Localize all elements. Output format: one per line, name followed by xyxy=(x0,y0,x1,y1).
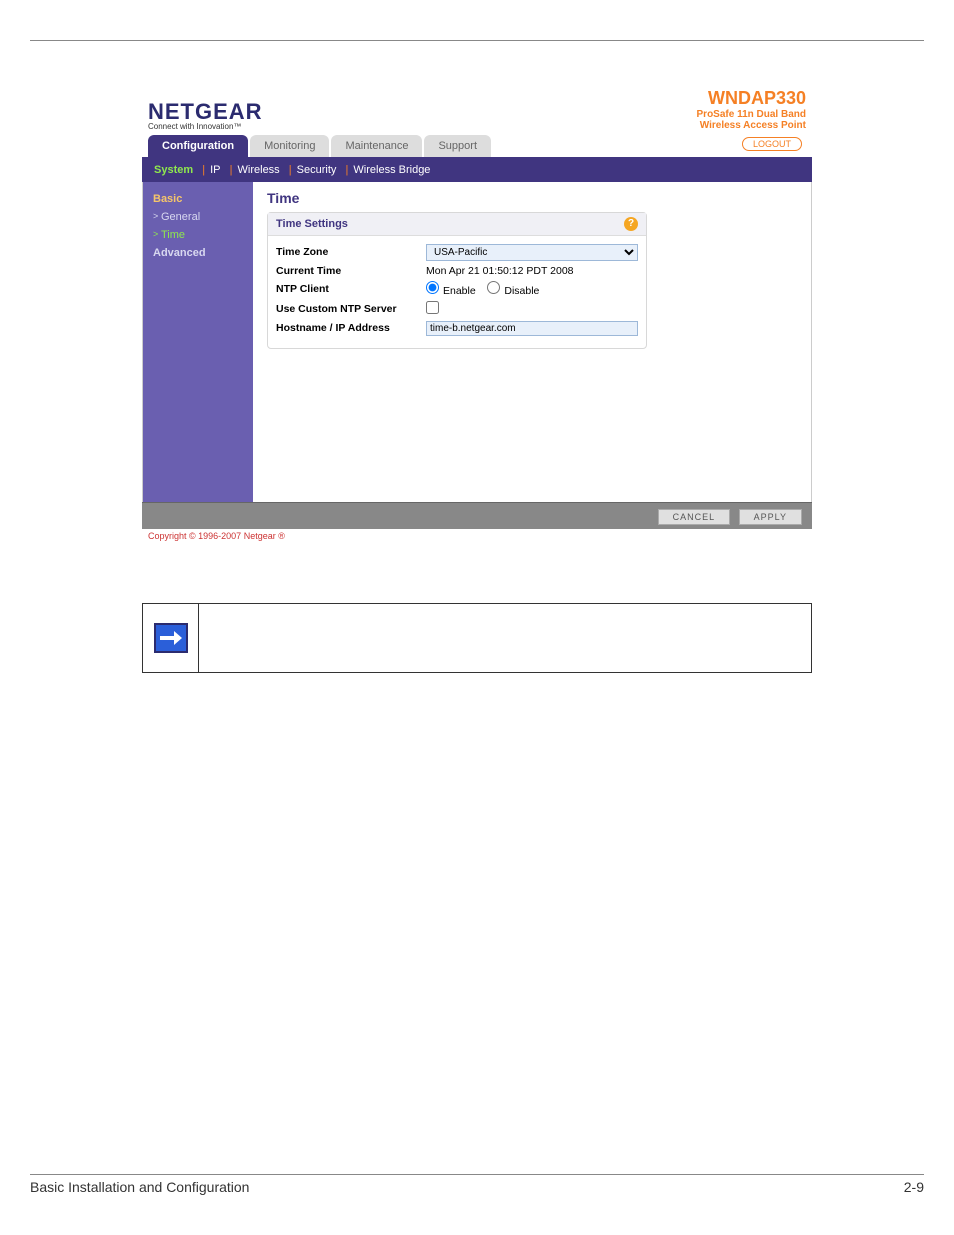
cancel-button[interactable]: CANCEL xyxy=(658,509,731,525)
ntp-disable-radio[interactable] xyxy=(487,281,500,294)
header: NETGEAR Connect with Innovation™ WNDAP33… xyxy=(142,81,812,135)
logo: NETGEAR Connect with Innovation™ xyxy=(148,101,263,131)
logout-button[interactable]: LOGOUT xyxy=(742,137,802,151)
subnav-wireless[interactable]: Wireless xyxy=(238,164,280,176)
footer-section: Basic Installation and Configuration xyxy=(30,1179,249,1195)
logo-tagline: Connect with Innovation™ xyxy=(148,123,263,131)
sidebar-item-time[interactable]: Time xyxy=(143,226,253,244)
subnav-security[interactable]: Security xyxy=(297,164,337,176)
ntp-enable-option[interactable]: Enable xyxy=(426,285,476,297)
panel-title: Time Settings xyxy=(276,218,348,230)
sidebar: Basic General Time Advanced xyxy=(143,182,253,502)
current-time-value: Mon Apr 21 01:50:12 PDT 2008 xyxy=(426,265,638,277)
ntp-disable-option[interactable]: Disable xyxy=(487,285,539,297)
custom-ntp-label: Use Custom NTP Server xyxy=(276,303,426,315)
product-sub1: ProSafe 11n Dual Band xyxy=(697,109,806,120)
timezone-label: Time Zone xyxy=(276,246,426,258)
product-info: WNDAP330 ProSafe 11n Dual Band Wireless … xyxy=(697,89,806,131)
sidebar-section-advanced[interactable]: Advanced xyxy=(143,244,253,262)
apply-button[interactable]: APPLY xyxy=(739,509,802,525)
hostname-label: Hostname / IP Address xyxy=(276,322,426,334)
ntp-enable-radio[interactable] xyxy=(426,281,439,294)
help-icon[interactable]: ? xyxy=(624,217,638,231)
sub-nav: System | IP | Wireless | Security | Wire… xyxy=(142,157,812,182)
page-footer: Basic Installation and Configuration 2-9 xyxy=(30,1174,924,1195)
product-name: WNDAP330 xyxy=(697,89,806,109)
hostname-input[interactable] xyxy=(426,321,638,336)
arrow-right-icon xyxy=(154,623,188,653)
product-sub2: Wireless Access Point xyxy=(697,120,806,131)
footer-page-number: 2-9 xyxy=(904,1179,924,1195)
sidebar-item-general[interactable]: General xyxy=(143,208,253,226)
note-box xyxy=(142,603,812,673)
subnav-system[interactable]: System xyxy=(154,164,193,176)
custom-ntp-checkbox[interactable] xyxy=(426,301,439,314)
ntp-client-label: NTP Client xyxy=(276,283,426,295)
main-content: Time Time Settings ? Time Zone USA-Pacif… xyxy=(253,182,811,502)
logo-text: NETGEAR xyxy=(148,101,263,123)
tab-maintenance[interactable]: Maintenance xyxy=(331,135,422,157)
subnav-ip[interactable]: IP xyxy=(210,164,220,176)
current-time-label: Current Time xyxy=(276,265,426,277)
sidebar-section-basic[interactable]: Basic xyxy=(143,190,253,208)
main-tabs: Configuration Monitoring Maintenance Sup… xyxy=(142,135,812,157)
router-admin-screenshot: NETGEAR Connect with Innovation™ WNDAP33… xyxy=(142,81,812,543)
tab-support[interactable]: Support xyxy=(424,135,491,157)
page-title: Time xyxy=(267,190,797,206)
time-settings-panel: Time Settings ? Time Zone USA-Pacific xyxy=(267,212,647,349)
note-icon-cell xyxy=(143,604,199,672)
copyright: Copyright © 1996-2007 Netgear ® xyxy=(142,529,812,543)
action-bar: CANCEL APPLY xyxy=(142,502,812,529)
timezone-select[interactable]: USA-Pacific xyxy=(426,244,638,261)
tab-monitoring[interactable]: Monitoring xyxy=(250,135,329,157)
subnav-wireless-bridge[interactable]: Wireless Bridge xyxy=(353,164,430,176)
tab-configuration[interactable]: Configuration xyxy=(148,135,248,157)
